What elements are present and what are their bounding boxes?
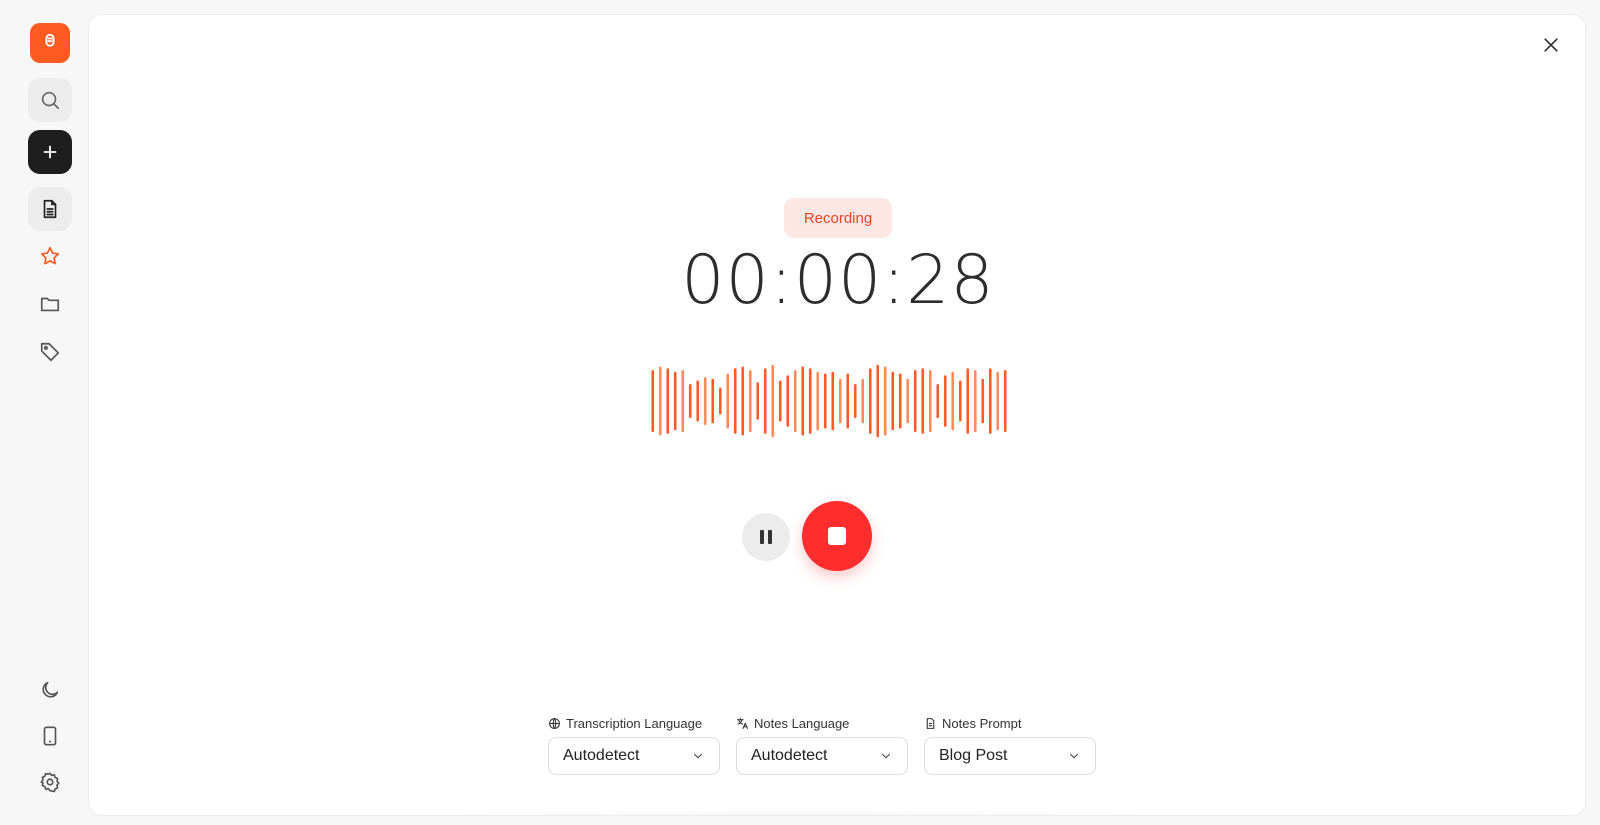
search-icon (41, 91, 60, 110)
bottom-shadow (369, 810, 1229, 815)
microphone-icon (45, 33, 55, 47)
phone-icon (43, 726, 57, 746)
pause-button[interactable] (742, 513, 790, 561)
pause-icon (760, 530, 772, 544)
chevron-down-icon (1069, 753, 1079, 759)
document-icon (926, 717, 935, 729)
document-icon (43, 199, 57, 219)
elapsed-timer: 00:00:28 (681, 241, 995, 320)
globe-icon (549, 717, 560, 729)
notes-language-select[interactable]: Autodetect (736, 737, 908, 775)
star-icon (40, 246, 60, 265)
gear-icon (40, 772, 60, 793)
search-button[interactable] (28, 78, 72, 122)
moon-icon (42, 681, 59, 698)
stop-icon (828, 527, 846, 545)
recorder-panel: Recording 00:00:28 Transcription Languag… (88, 14, 1586, 816)
close-icon (1544, 38, 1558, 52)
translate-icon (737, 717, 748, 729)
close-button[interactable] (1535, 29, 1567, 61)
notes-nav-button[interactable] (28, 187, 72, 231)
mobile-app-button[interactable] (28, 714, 72, 758)
tag-icon (40, 342, 60, 362)
notes-prompt-select[interactable]: Blog Post (924, 737, 1096, 775)
transcription-language-field: Transcription Language Autodetect (548, 715, 720, 775)
new-recording-button[interactable] (28, 130, 72, 174)
notes-prompt-value: Blog Post (939, 747, 1008, 764)
plus-icon (43, 145, 57, 159)
settings-button[interactable] (28, 760, 72, 804)
app-logo[interactable] (30, 23, 70, 63)
folder-icon (40, 297, 60, 312)
tags-nav-button[interactable] (28, 330, 72, 374)
transcription-language-label: Transcription Language (566, 715, 703, 731)
notes-prompt-field: Notes Prompt Blog Post (924, 715, 1096, 775)
notes-language-value: Autodetect (751, 747, 828, 764)
stop-button[interactable] (802, 501, 872, 571)
notes-prompt-label: Notes Prompt (942, 715, 1022, 731)
chevron-down-icon (693, 753, 703, 759)
folders-nav-button[interactable] (28, 282, 72, 326)
notes-language-label: Notes Language (754, 715, 850, 731)
sidebar (0, 0, 88, 825)
status-badge: Recording (784, 198, 892, 238)
chevron-down-icon (881, 753, 891, 759)
audio-waveform (651, 364, 1007, 438)
notes-language-field: Notes Language Autodetect (736, 715, 908, 775)
transcription-language-value: Autodetect (563, 747, 640, 764)
favorites-nav-button[interactable] (28, 234, 72, 278)
transcription-language-select[interactable]: Autodetect (548, 737, 720, 775)
theme-toggle-button[interactable] (28, 668, 72, 712)
